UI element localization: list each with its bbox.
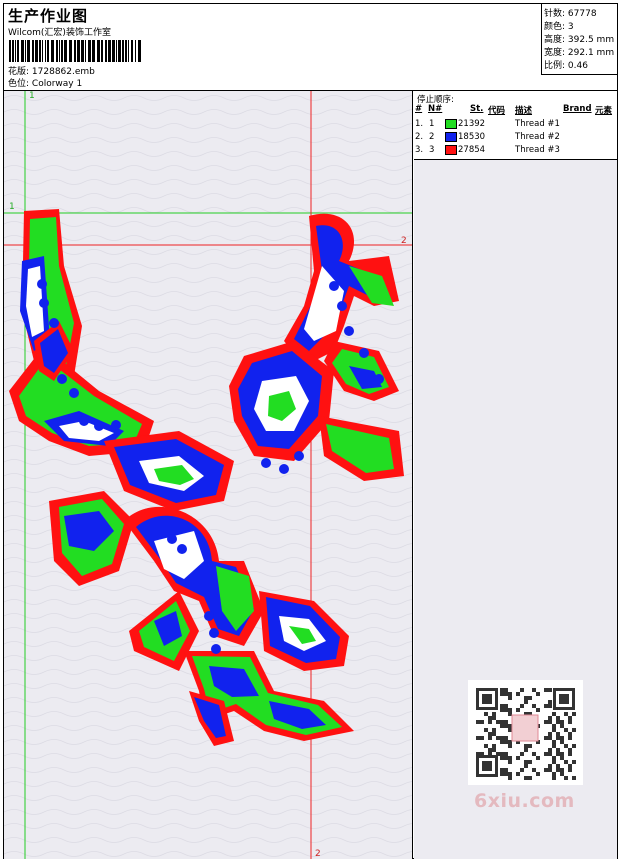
col-hash: # bbox=[415, 104, 423, 114]
sheet-header: 生产作业图 Wilcom(汇宏)装饰工作室 花版: 1728862.emb 色位… bbox=[4, 4, 618, 91]
stat-width: 宽度: 292.1 mm bbox=[544, 48, 615, 58]
col-brand: Brand bbox=[563, 104, 592, 114]
company-name: Wilcom(汇宏)装饰工作室 bbox=[8, 28, 111, 38]
stat-stitches: 针数: 67778 bbox=[544, 9, 597, 19]
thread-color-swatch bbox=[445, 132, 457, 142]
col-no: N# bbox=[428, 104, 443, 114]
watermark-text: 6xiu.com bbox=[474, 790, 575, 812]
stats-box: 针数: 67778 颜色: 3 高度: 392.5 mm 宽度: 292.1 m… bbox=[541, 4, 618, 75]
design-canvas: 1 1 2 2 bbox=[4, 91, 413, 859]
thread-color-swatch bbox=[445, 145, 457, 155]
stop-sequence-table: 停止顺序: # N# St. 代码 描述 Brand 元素 1. 1 21392… bbox=[414, 91, 617, 160]
guide-label-green-h: 1 bbox=[9, 202, 15, 212]
colorway: 色位: Colorway 1 bbox=[8, 76, 82, 89]
guide-label-red-h: 2 bbox=[401, 236, 407, 246]
colorway-label: 色位: bbox=[8, 79, 30, 89]
col-st: St. bbox=[470, 104, 484, 114]
guide-label-red-v: 2 bbox=[315, 849, 321, 859]
stat-scale: 比例: 0.46 bbox=[544, 61, 588, 71]
guide-label-green-v: 1 bbox=[29, 91, 35, 101]
stat-colors: 颜色: 3 bbox=[544, 22, 574, 32]
thread-color-swatch bbox=[445, 119, 457, 129]
embroidery-design bbox=[4, 91, 412, 859]
col-element: 元素 bbox=[595, 106, 613, 116]
page-title: 生产作业图 bbox=[8, 7, 89, 25]
barcode bbox=[9, 40, 141, 62]
colorway-value: Colorway 1 bbox=[31, 79, 83, 89]
col-code: 代码 bbox=[488, 106, 506, 116]
col-desc: 描述 bbox=[515, 106, 533, 116]
stat-height: 高度: 392.5 mm bbox=[544, 35, 615, 45]
